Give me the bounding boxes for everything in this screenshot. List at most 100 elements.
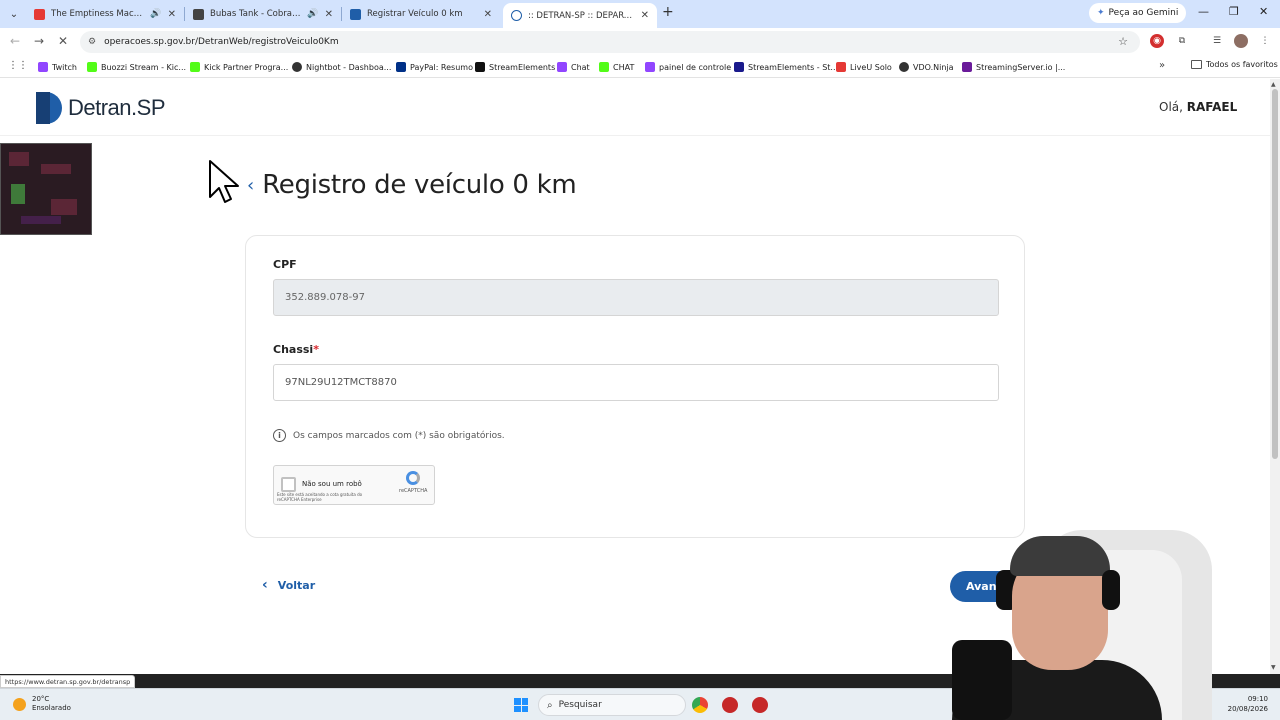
- stop-loading-icon[interactable]: ✕: [58, 34, 68, 48]
- system-clock[interactable]: 09:10 20/08/2026: [1224, 694, 1268, 714]
- bookmarks-bar: ⋮⋮ Twitch Buozzi Stream - Kic... Kick Pa…: [0, 56, 1280, 78]
- bookmark-item[interactable]: CHAT: [599, 60, 634, 74]
- chevron-right-icon[interactable]: »: [1159, 60, 1165, 71]
- windows-start-icon[interactable]: [514, 698, 528, 712]
- browser-tab-strip: ⌄ The Emptiness Machine (Of 🔊 ✕ Bubas Ta…: [0, 0, 1280, 28]
- media-control-icon[interactable]: ☰: [1210, 34, 1224, 48]
- close-tab-icon[interactable]: ✕: [484, 9, 492, 20]
- tab-search-icon[interactable]: ⌄: [4, 4, 24, 24]
- recaptcha-brand: reCAPTCHA: [399, 488, 428, 494]
- extension-red-icon[interactable]: ◉: [1150, 34, 1164, 48]
- folder-icon: [1191, 60, 1202, 69]
- browser-menu-icon[interactable]: ⋮: [1258, 34, 1272, 48]
- gemini-button[interactable]: ✦ Peça ao Gemini: [1089, 3, 1187, 23]
- mouse-cursor-icon: [209, 160, 239, 203]
- recaptcha-widget: Não sou um robô reCAPTCHA Este site está…: [273, 465, 435, 505]
- restore-icon[interactable]: ❐: [1229, 5, 1239, 18]
- extensions-puzzle-icon[interactable]: ⧉: [1175, 34, 1189, 48]
- chassi-field[interactable]: 97NL29U12TMCT8870: [273, 364, 999, 401]
- chevron-left-icon[interactable]: ‹: [247, 175, 254, 196]
- back-button[interactable]: ‹ Voltar: [262, 577, 315, 593]
- site-favicon-icon: [193, 8, 204, 20]
- weather-condition: Ensolarado: [32, 704, 71, 712]
- ninja-icon: [899, 62, 909, 72]
- chrome-icon[interactable]: [692, 697, 708, 713]
- back-arrow-icon[interactable]: ←: [10, 34, 20, 48]
- detran-logo[interactable]: Detran.SP: [36, 92, 166, 124]
- recaptcha-terms-link[interactable]: Este site está aceitando a cota gratuita…: [277, 492, 372, 502]
- search-icon: ⌕: [547, 699, 553, 711]
- bookmark-item[interactable]: LiveU Solo: [836, 60, 892, 74]
- kick-icon: [87, 62, 97, 72]
- taskbar-search[interactable]: ⌕ Pesquisar: [538, 694, 686, 716]
- scroll-down-icon[interactable]: ▼: [1271, 664, 1276, 671]
- streamelements-icon: [734, 62, 744, 72]
- page-title: Registro de veículo 0 km: [262, 170, 577, 200]
- info-icon: i: [273, 429, 286, 442]
- bookmark-item[interactable]: StreamingServer.io |...: [962, 60, 1065, 74]
- tab-registrar-veiculo[interactable]: Registrar Veículo 0 km ✕: [342, 2, 500, 26]
- streamer-hair: [1010, 536, 1110, 576]
- cpf-field[interactable]: 352.889.078-97: [273, 279, 999, 316]
- new-tab-icon[interactable]: +: [662, 4, 674, 20]
- gemini-sparkle-icon: ✦: [1097, 8, 1105, 18]
- detran-favicon-icon: [350, 8, 361, 20]
- user-name: RAFAEL: [1186, 100, 1238, 114]
- page-heading: ‹ Registro de veículo 0 km: [247, 170, 577, 200]
- recaptcha-label: Não sou um robô: [302, 480, 362, 488]
- bookmark-star-icon[interactable]: ☆: [1118, 35, 1128, 48]
- close-tab-icon[interactable]: ✕: [641, 10, 649, 21]
- tab-bubas-tank[interactable]: Bubas Tank - Cobras — Bai 🔊 ✕: [185, 2, 341, 26]
- speaker-icon[interactable]: 🔊: [307, 9, 318, 19]
- bookmark-item[interactable]: Nightbot - Dashboa...: [292, 60, 391, 74]
- bookmark-item[interactable]: VDO.Ninja: [899, 60, 954, 74]
- bookmark-item[interactable]: StreamElements: [475, 60, 555, 74]
- youtube-favicon-icon: [34, 8, 45, 20]
- scroll-up-icon[interactable]: ▲: [1271, 81, 1276, 88]
- tab-emptiness-machine[interactable]: The Emptiness Machine (Of 🔊 ✕: [26, 2, 184, 26]
- bookmark-item[interactable]: StreamElements - St...: [734, 60, 838, 74]
- forward-arrow-icon[interactable]: →: [34, 34, 44, 48]
- streamelements-icon: [475, 62, 485, 72]
- microphone-arm: [952, 640, 1012, 720]
- scrollbar-thumb[interactable]: [1272, 89, 1278, 459]
- app-red-icon[interactable]: [722, 697, 738, 713]
- close-window-icon[interactable]: ✕: [1259, 5, 1268, 18]
- weather-widget[interactable]: 20°C Ensolarado: [13, 695, 71, 713]
- profile-avatar[interactable]: [1234, 34, 1248, 48]
- bookmark-item[interactable]: Kick Partner Progra...: [190, 60, 288, 74]
- twitch-icon: [557, 62, 567, 72]
- kick-icon: [599, 62, 609, 72]
- streamingserver-icon: [962, 62, 972, 72]
- minimize-icon[interactable]: —: [1198, 5, 1209, 18]
- recaptcha-logo-icon: [406, 471, 420, 485]
- all-bookmarks-button[interactable]: Todos os favoritos: [1191, 60, 1278, 69]
- bookmark-item[interactable]: painel de controle: [645, 60, 731, 74]
- bookmark-item[interactable]: Chat: [557, 60, 590, 74]
- apps-grid-icon[interactable]: ⋮⋮: [8, 60, 28, 71]
- nightbot-icon: [292, 62, 302, 72]
- app-red-icon-2[interactable]: [752, 697, 768, 713]
- bookmark-item[interactable]: Twitch: [38, 60, 77, 74]
- twitch-icon: [38, 62, 48, 72]
- close-tab-icon[interactable]: ✕: [325, 9, 333, 20]
- site-header: Detran.SP Olá, RAFAEL: [0, 79, 1270, 136]
- close-tab-icon[interactable]: ✕: [168, 9, 176, 20]
- bookmark-item[interactable]: Buozzi Stream - Kic...: [87, 60, 186, 74]
- page-scrollbar[interactable]: ▲ ▼: [1270, 79, 1280, 674]
- user-greeting[interactable]: Olá, RAFAEL: [1159, 100, 1237, 114]
- recaptcha-checkbox[interactable]: [281, 477, 296, 492]
- site-info-icon[interactable]: ⚙: [88, 37, 96, 47]
- required-asterisk: *: [313, 343, 319, 356]
- kick-icon: [190, 62, 200, 72]
- bookmark-item[interactable]: PayPal: Resumo: [396, 60, 473, 74]
- tab-detran-active[interactable]: :: DETRAN-SP :: DEPARTAMENT ✕: [503, 3, 657, 28]
- detran-logo-mark-icon: [36, 92, 62, 124]
- sun-icon: [13, 697, 26, 711]
- liveu-icon: [836, 62, 846, 72]
- chevron-left-icon: ‹: [262, 577, 268, 593]
- required-fields-hint: i Os campos marcados com (*) são obrigat…: [273, 429, 505, 442]
- address-bar[interactable]: ⚙ operacoes.sp.gov.br/DetranWeb/registro…: [80, 31, 1140, 53]
- status-url-tooltip: https://www.detran.sp.gov.br/detransp: [0, 675, 136, 688]
- speaker-icon[interactable]: 🔊: [150, 9, 161, 19]
